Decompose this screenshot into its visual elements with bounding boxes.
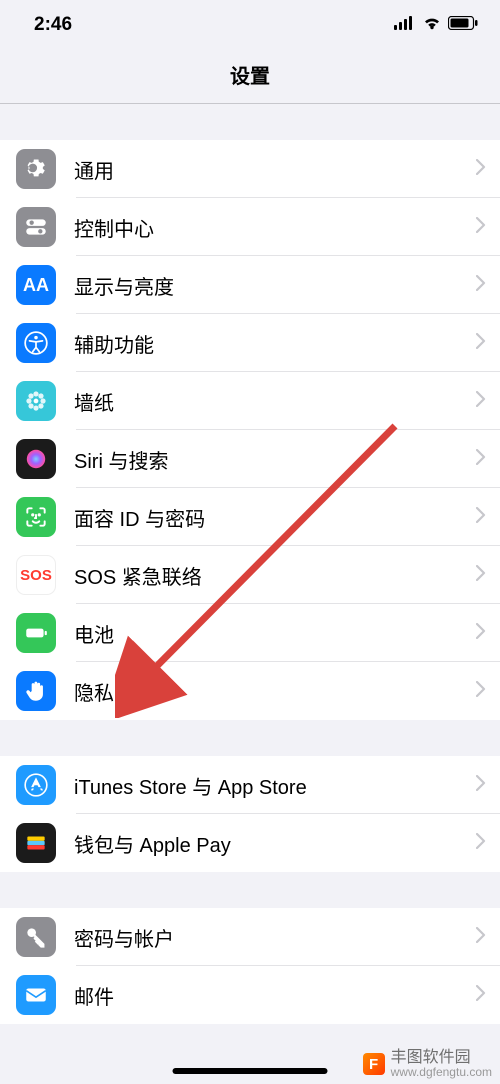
row-label: 隐私 <box>74 677 476 706</box>
chevron-right-icon <box>476 507 486 528</box>
chevron-right-icon <box>476 985 486 1006</box>
row-label: Siri 与搜索 <box>74 445 476 474</box>
row-sos[interactable]: SOS SOS 紧急联络 <box>0 546 500 604</box>
wallet-icon <box>16 823 56 863</box>
chevron-right-icon <box>476 623 486 644</box>
accessibility-icon <box>16 323 56 363</box>
switches-icon <box>16 207 56 247</box>
key-icon <box>16 917 56 957</box>
hand-icon <box>16 671 56 711</box>
chevron-right-icon <box>476 833 486 854</box>
row-wallpaper[interactable]: 墙纸 <box>0 372 500 430</box>
group-gap <box>0 104 500 140</box>
settings-group-3: 密码与帐户 邮件 <box>0 908 500 1024</box>
row-privacy[interactable]: 隐私 <box>0 662 500 720</box>
chevron-right-icon <box>476 333 486 354</box>
chevron-right-icon <box>476 275 486 296</box>
watermark-logo-icon: F <box>363 1053 385 1075</box>
chevron-right-icon <box>476 775 486 796</box>
row-label: SOS 紧急联络 <box>74 561 476 590</box>
appstore-icon <box>16 765 56 805</box>
faceid-icon <box>16 497 56 537</box>
text-size-icon: AA <box>16 265 56 305</box>
status-time: 2:46 <box>34 14 72 36</box>
row-display[interactable]: AA 显示与亮度 <box>0 256 500 314</box>
mail-icon <box>16 975 56 1015</box>
row-label: 电池 <box>74 619 476 648</box>
page-title: 设置 <box>0 50 500 104</box>
chevron-right-icon <box>476 565 486 586</box>
wifi-icon <box>422 14 442 36</box>
chevron-right-icon <box>476 159 486 180</box>
settings-group-1: 通用 控制中心 AA 显示与亮度 辅助功能 墙纸 Siri 与搜索 <box>0 140 500 720</box>
row-label: iTunes Store 与 App Store <box>74 771 476 800</box>
row-label: 墙纸 <box>74 387 476 416</box>
row-label: 显示与亮度 <box>74 271 476 300</box>
row-control-center[interactable]: 控制中心 <box>0 198 500 256</box>
watermark: F 丰图软件园 www.dgfengtu.com <box>363 1050 500 1078</box>
row-battery[interactable]: 电池 <box>0 604 500 662</box>
siri-icon <box>16 439 56 479</box>
chevron-right-icon <box>476 681 486 702</box>
flower-icon <box>16 381 56 421</box>
row-accessibility[interactable]: 辅助功能 <box>0 314 500 372</box>
row-label: 通用 <box>74 155 476 184</box>
sos-icon: SOS <box>16 555 56 595</box>
row-faceid[interactable]: 面容 ID 与密码 <box>0 488 500 546</box>
signal-icon <box>394 14 416 36</box>
row-siri[interactable]: Siri 与搜索 <box>0 430 500 488</box>
row-label: 控制中心 <box>74 213 476 242</box>
row-mail[interactable]: 邮件 <box>0 966 500 1024</box>
gear-icon <box>16 149 56 189</box>
group-gap <box>0 872 500 908</box>
chevron-right-icon <box>476 217 486 238</box>
status-indicators <box>394 14 478 36</box>
home-indicator <box>173 1068 328 1074</box>
chevron-right-icon <box>476 927 486 948</box>
chevron-right-icon <box>476 391 486 412</box>
row-label: 钱包与 Apple Pay <box>74 829 476 858</box>
group-gap <box>0 720 500 756</box>
row-itunes-appstore[interactable]: iTunes Store 与 App Store <box>0 756 500 814</box>
watermark-site: www.dgfengtu.com <box>391 1066 492 1078</box>
row-wallet[interactable]: 钱包与 Apple Pay <box>0 814 500 872</box>
watermark-brand: 丰图软件园 <box>391 1050 492 1066</box>
status-bar: 2:46 <box>0 0 500 50</box>
battery-menu-icon <box>16 613 56 653</box>
row-label: 密码与帐户 <box>74 923 476 952</box>
settings-group-2: iTunes Store 与 App Store 钱包与 Apple Pay <box>0 756 500 872</box>
battery-icon <box>448 14 478 36</box>
row-label: 面容 ID 与密码 <box>74 503 476 532</box>
row-label: 辅助功能 <box>74 329 476 358</box>
chevron-right-icon <box>476 449 486 470</box>
row-passwords[interactable]: 密码与帐户 <box>0 908 500 966</box>
row-label: 邮件 <box>74 981 476 1010</box>
row-general[interactable]: 通用 <box>0 140 500 198</box>
